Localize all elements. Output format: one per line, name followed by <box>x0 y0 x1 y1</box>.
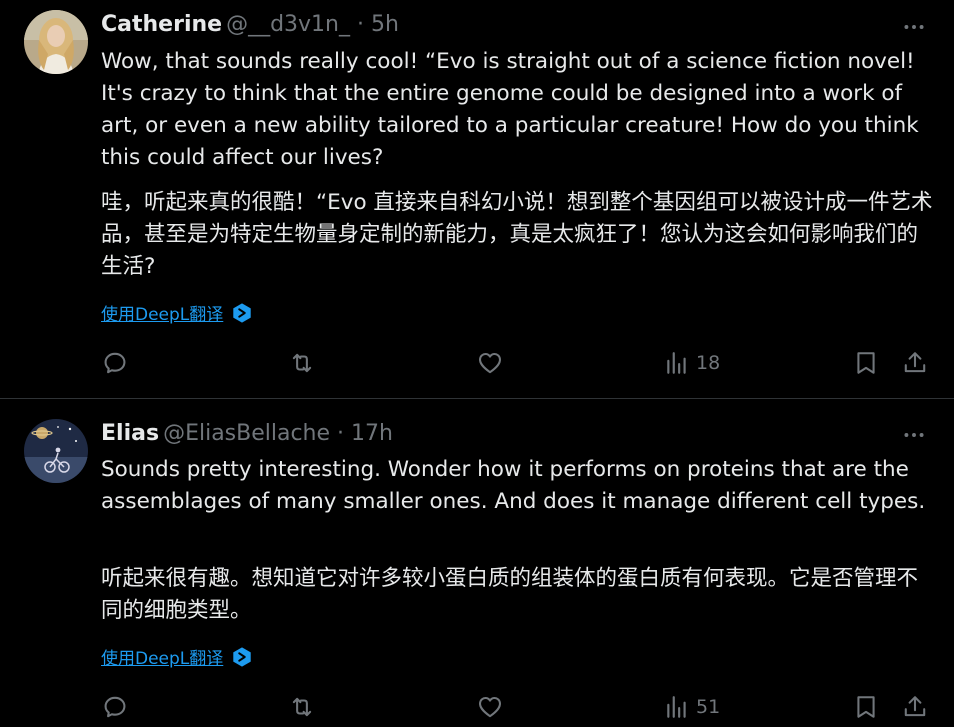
avatar[interactable] <box>24 419 88 483</box>
like-button[interactable] <box>477 687 503 727</box>
deepl-icon <box>233 646 251 667</box>
action-bar: 51 <box>0 687 954 727</box>
translate-label[interactable]: 使用DeepL翻译 <box>101 300 223 325</box>
share-icon <box>904 352 926 373</box>
avatar[interactable] <box>24 10 88 74</box>
retweet-button[interactable] <box>289 687 315 727</box>
reply-icon <box>104 696 126 718</box>
tweet-text-chinese: 哇，听起来真的很酷！“Evo 直接来自科幻小说！想到整个基因组可以被设计成一件艺… <box>101 190 933 279</box>
analytics-icon <box>667 352 686 374</box>
views-count: 18 <box>696 352 721 374</box>
heart-icon <box>479 696 501 718</box>
user-handle[interactable]: @EliasBellache <box>163 421 330 446</box>
views-button[interactable]: 51 <box>664 687 720 727</box>
retweet-button[interactable] <box>289 343 315 383</box>
bookmark-button[interactable] <box>853 343 879 383</box>
reply-button[interactable] <box>102 687 128 727</box>
share-button[interactable] <box>902 343 928 383</box>
translate-link[interactable]: 使用DeepL翻译 <box>101 644 253 669</box>
reply-icon <box>104 352 126 374</box>
tweet-catherine[interactable]: Catherine @__d3v1n_ · 5h Wow, that sounds… <box>0 0 954 398</box>
avatar-elias-image <box>24 419 88 483</box>
retweet-icon <box>292 353 312 373</box>
analytics-icon <box>667 696 686 718</box>
tweet-text-english: Sounds pretty interesting. Wonder how it… <box>101 457 926 514</box>
views-count: 51 <box>696 696 721 718</box>
separator: · <box>337 421 345 446</box>
share-button[interactable] <box>902 687 928 727</box>
heart-icon <box>479 352 501 374</box>
tweet-text-english: Wow, that sounds really cool! “Evo is st… <box>101 49 919 170</box>
timestamp[interactable]: 5h <box>371 12 399 37</box>
more-button[interactable] <box>894 12 934 42</box>
retweet-icon <box>292 697 312 717</box>
tweet-elias[interactable]: Elias @EliasBellache · 17h Sounds pretty … <box>0 399 954 726</box>
action-bar: 18 <box>0 343 954 383</box>
timestamp[interactable]: 17h <box>351 421 393 446</box>
tweet-header: Catherine @__d3v1n_ · 5h <box>101 10 399 40</box>
more-button[interactable] <box>894 420 934 450</box>
avatar-catherine-image <box>24 10 88 74</box>
translate-label[interactable]: 使用DeepL翻译 <box>101 644 223 669</box>
bookmark-icon <box>857 696 875 718</box>
more-icon <box>904 433 924 437</box>
separator: · <box>357 12 364 37</box>
bookmark-icon <box>857 352 875 374</box>
tweet-text-chinese: 听起来很有趣。想知道它对许多较小蛋白质的组装体的蛋白质有何表现。它是否管理不同的… <box>101 566 919 623</box>
translate-link[interactable]: 使用DeepL翻译 <box>101 300 253 325</box>
user-handle[interactable]: @__d3v1n_ <box>226 12 350 37</box>
views-button[interactable]: 18 <box>664 343 720 383</box>
deepl-icon <box>233 302 251 323</box>
more-icon <box>904 25 924 29</box>
reply-button[interactable] <box>102 343 128 383</box>
like-button[interactable] <box>477 343 503 383</box>
bookmark-button[interactable] <box>853 687 879 727</box>
share-icon <box>904 696 926 717</box>
display-name[interactable]: Catherine <box>101 12 222 37</box>
tweet-header: Elias @EliasBellache · 17h <box>101 419 393 449</box>
display-name[interactable]: Elias <box>101 421 159 446</box>
